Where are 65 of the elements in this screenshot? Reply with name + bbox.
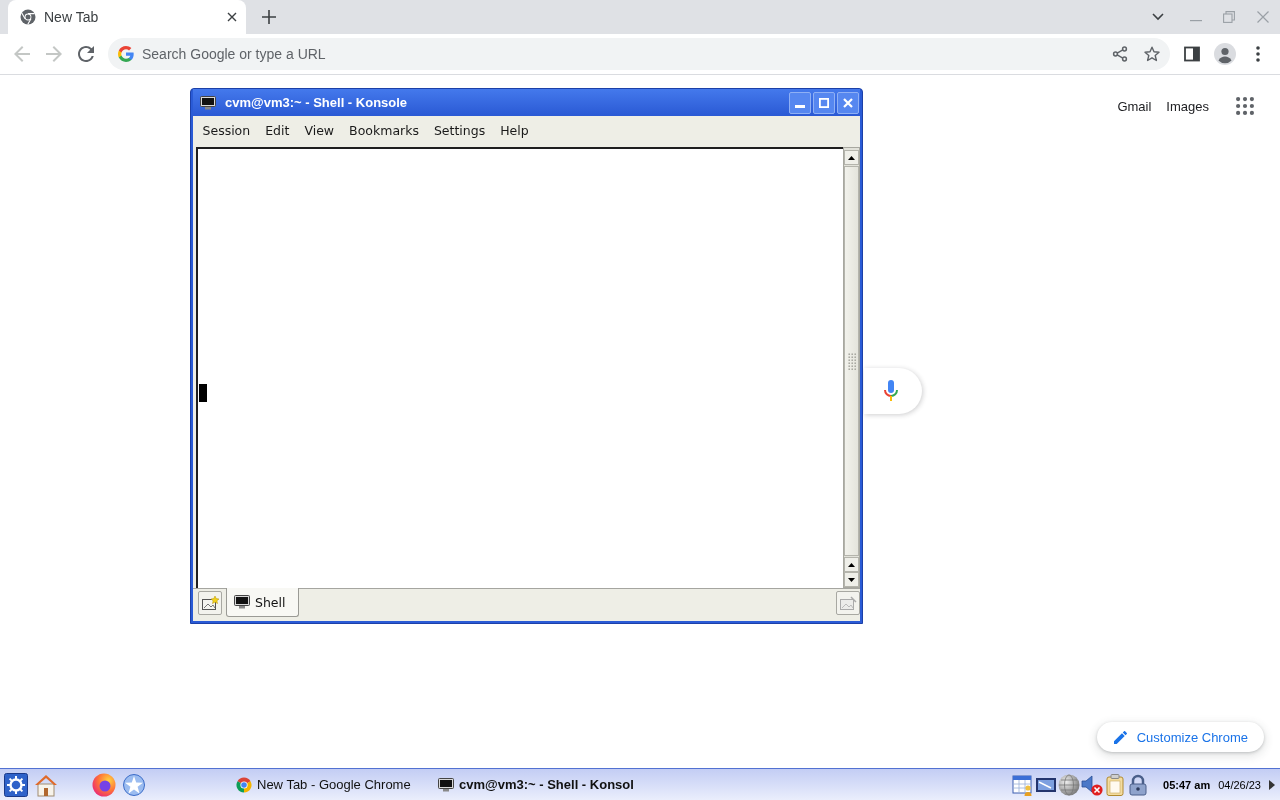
browser-logo-icon [236, 776, 252, 793]
scroll-up-button[interactable] [844, 150, 859, 165]
customize-button[interactable]: Customize Chrome [1096, 722, 1264, 752]
close-button[interactable] [837, 91, 859, 114]
share-icon[interactable] [1112, 46, 1128, 62]
menu-item[interactable]: Session [195, 120, 258, 141]
star-globe-icon[interactable] [122, 772, 146, 797]
web-browser-icon[interactable] [92, 772, 116, 797]
home-icon[interactable] [34, 772, 58, 797]
calendar-icon[interactable] [1012, 773, 1035, 796]
scroll-up-button[interactable] [844, 557, 859, 572]
terminal-icon [438, 777, 454, 792]
taskbar-task[interactable]: cvm@vm3:~ - Shell - Konsol [434, 771, 638, 798]
new-session-icon [201, 595, 219, 611]
text-cursor [199, 384, 207, 402]
minimize-icon [795, 104, 805, 108]
maximize-icon [819, 97, 829, 108]
grip-icon [847, 352, 856, 370]
menu-icon[interactable] [1256, 46, 1260, 62]
padlock-icon[interactable] [1127, 773, 1150, 796]
terminal-icon [200, 95, 216, 110]
microphone-icon[interactable] [883, 380, 899, 402]
bookmark-star-icon[interactable] [1144, 46, 1160, 62]
clipboard-icon[interactable] [1104, 773, 1127, 796]
scrollbar[interactable] [843, 147, 860, 588]
close-icon [843, 97, 853, 108]
taskbar-task[interactable]: New Tab - Google Chrome [232, 771, 430, 798]
launcher-menu-icon[interactable] [4, 772, 28, 797]
apps-grid-icon[interactable] [1236, 97, 1254, 115]
browser-tab[interactable]: New Tab [8, 0, 246, 34]
side-panel-icon[interactable] [1184, 46, 1200, 62]
tab-search-chevron-icon[interactable] [1152, 13, 1164, 21]
arrow-down-icon [848, 577, 855, 582]
browser-logo-icon [20, 9, 36, 25]
session-tab[interactable]: Shell [226, 588, 299, 617]
new-tab-plus-icon[interactable] [262, 10, 276, 24]
speaker-muted-icon[interactable] [1081, 773, 1104, 796]
search-field[interactable] [864, 368, 922, 414]
menu-item[interactable]: Settings [426, 120, 493, 141]
header-link[interactable]: Images [1166, 98, 1209, 114]
scrollbar-thumb[interactable] [844, 166, 859, 556]
reload-icon[interactable] [78, 46, 94, 62]
new-session-button[interactable] [198, 591, 222, 615]
search-engine-icon [118, 46, 134, 62]
menu-item[interactable]: View [296, 120, 342, 141]
maximize-button[interactable] [813, 91, 835, 114]
menu-item[interactable]: Bookmarks [341, 120, 427, 141]
arrow-up-icon [848, 562, 855, 567]
session-icon [839, 595, 857, 611]
header-link[interactable]: Gmail [1117, 98, 1152, 114]
expand-arrow-icon[interactable] [1269, 779, 1275, 790]
terminal-field[interactable] [196, 147, 843, 588]
window-title: cvm@vm3:~ - Shell - Konsole [225, 95, 408, 110]
pencil-icon [1113, 730, 1127, 744]
close-tab-icon[interactable] [227, 12, 237, 22]
minimize-button[interactable] [789, 91, 811, 114]
terminal-icon [234, 595, 250, 609]
scroll-down-button[interactable] [844, 572, 859, 587]
address-bar[interactable]: Search Google or type a URL [108, 38, 1170, 70]
clock-date[interactable]: 04/26/23 [1218, 778, 1261, 791]
menu-item[interactable]: Help [492, 120, 537, 141]
profile-avatar-icon[interactable] [1214, 43, 1236, 65]
menu-item[interactable]: Edit [257, 120, 297, 141]
arrow-up-icon [848, 155, 855, 160]
clock-time[interactable]: 05:47 am [1163, 778, 1211, 791]
